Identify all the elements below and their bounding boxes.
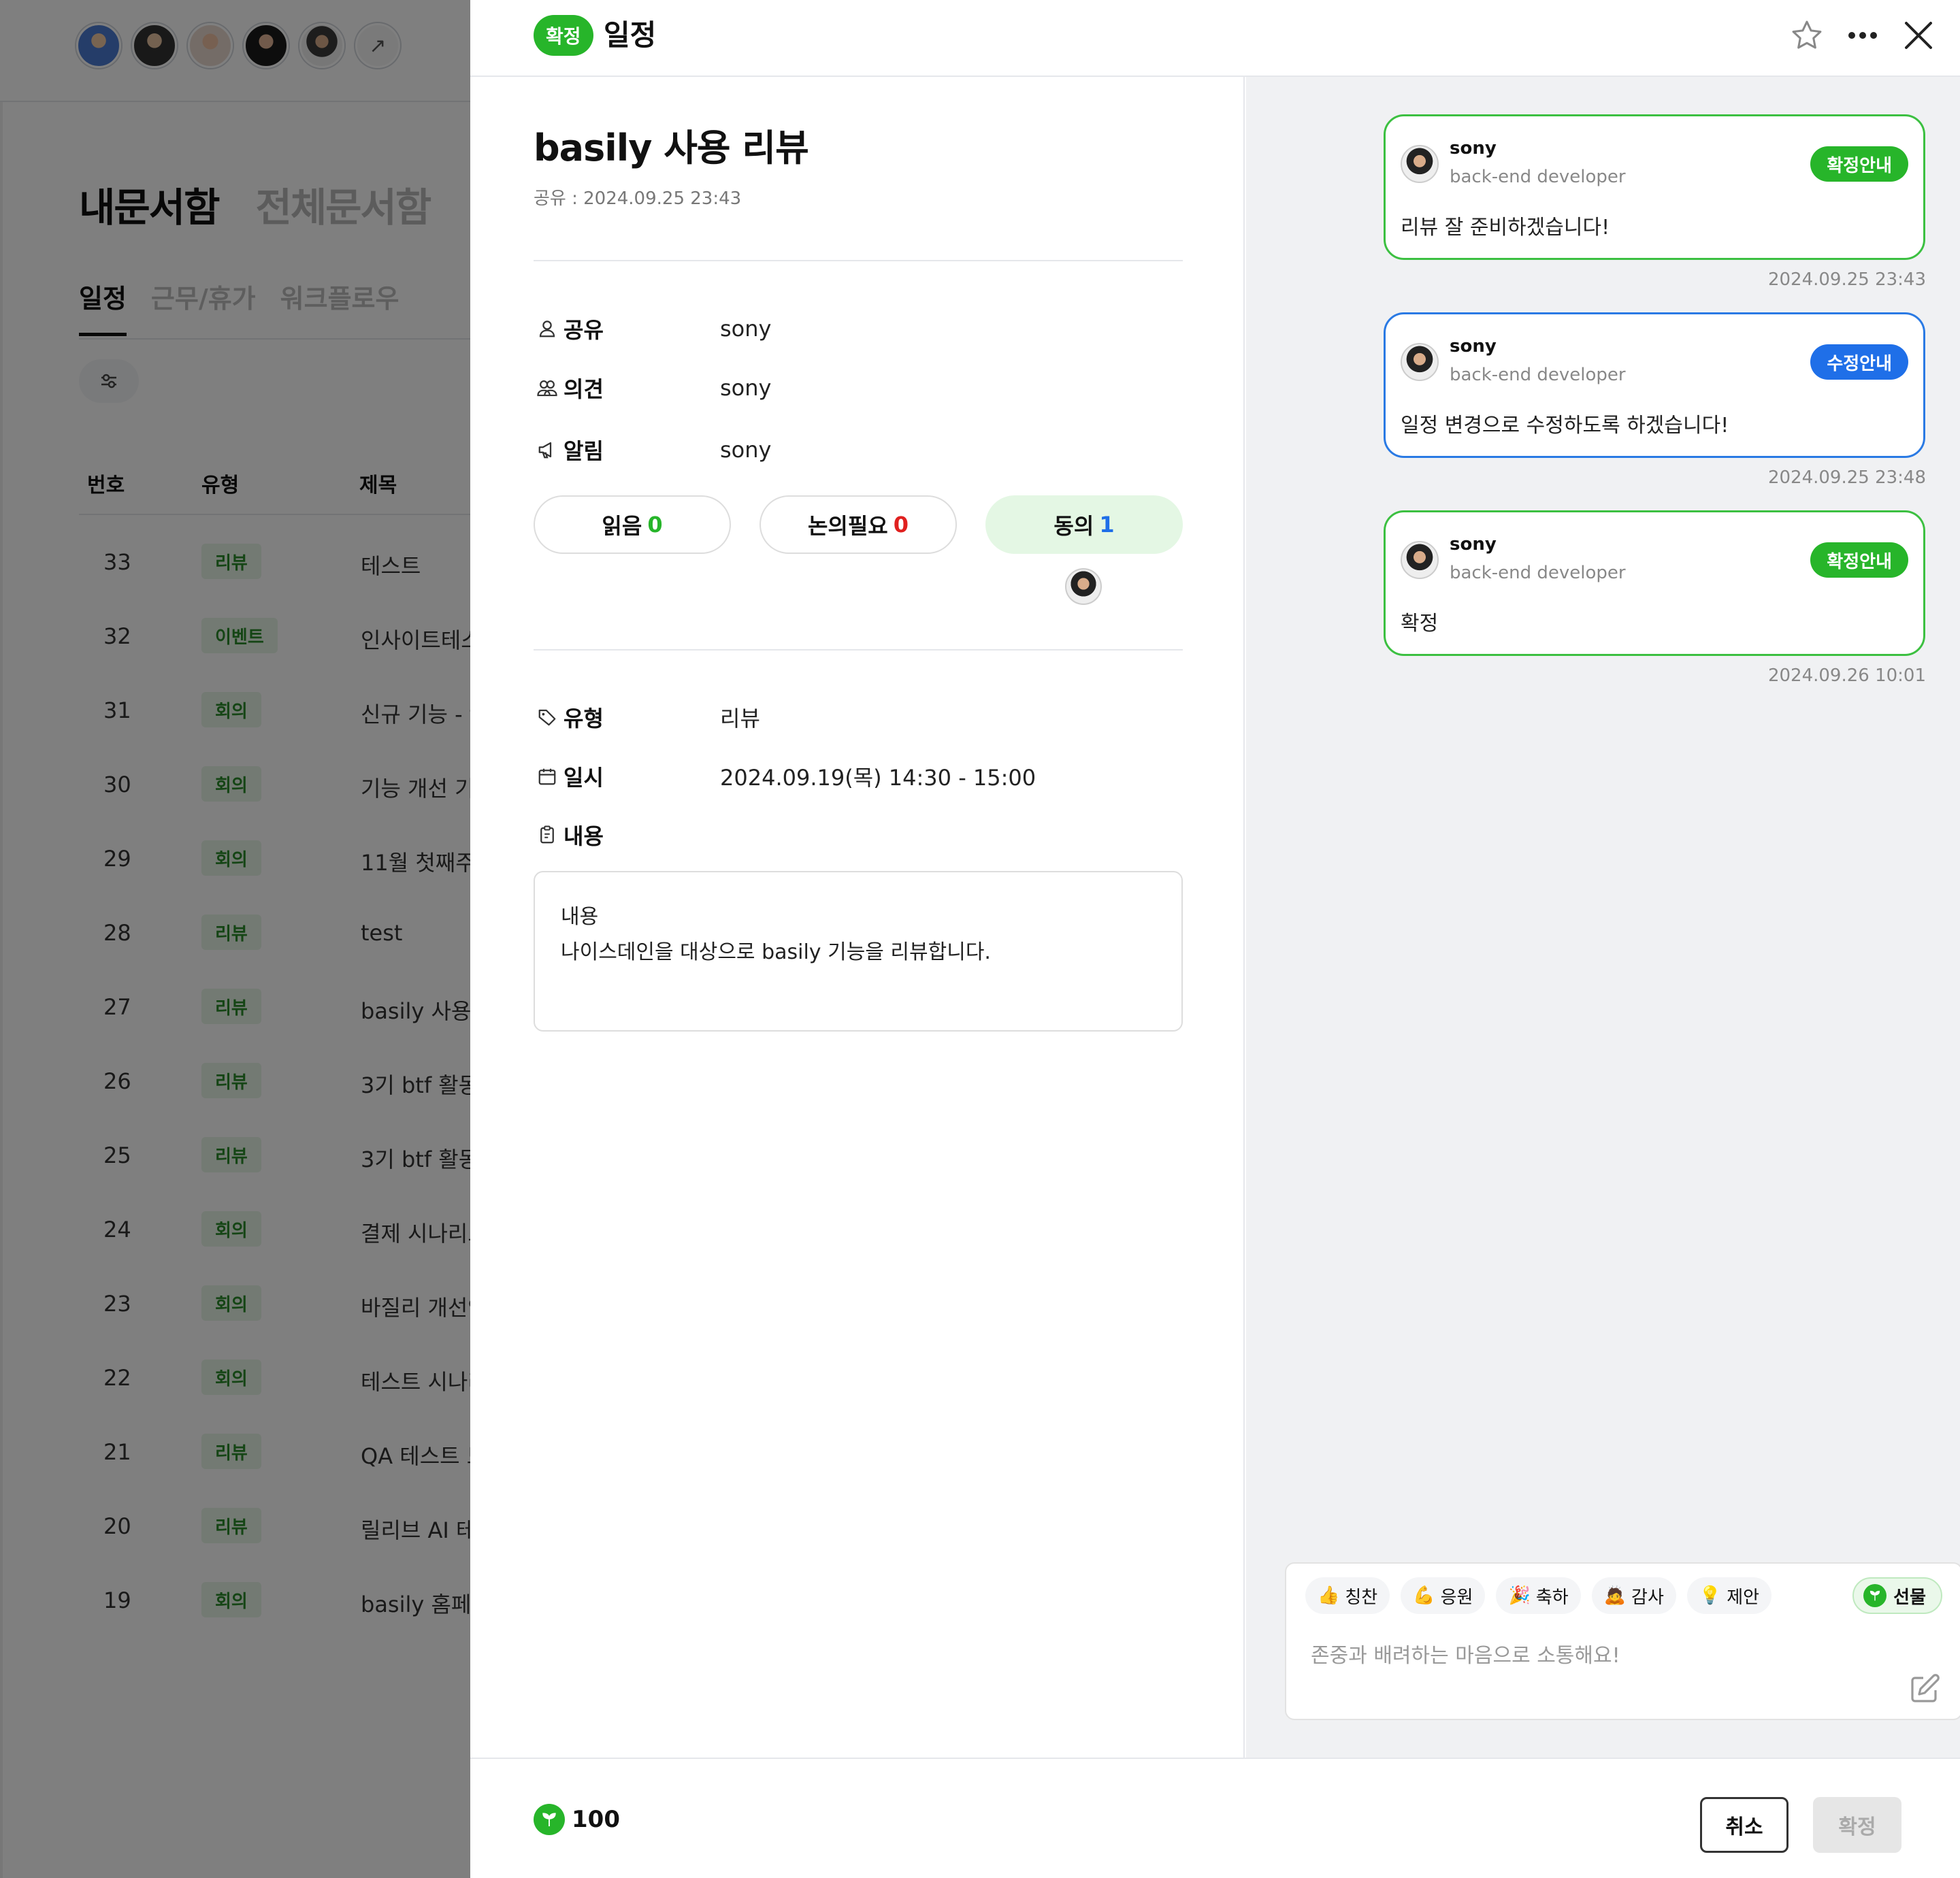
- notify-label: 알림: [564, 438, 604, 464]
- reaction-thanks-button[interactable]: 🙇 감사: [1591, 1577, 1676, 1614]
- document-title: basily 사용 리뷰: [534, 127, 809, 169]
- type-row: 유형 리뷰: [534, 700, 1183, 734]
- date-row: 일시 2024.09.19(목) 14:30 - 15:00: [534, 759, 1183, 793]
- comment-card: sony back-end developer 확정안내 리뷰 잘 준비하겠습니…: [1384, 114, 1925, 260]
- comment-author: sony: [1450, 534, 1497, 555]
- content-row: 내용: [534, 818, 1183, 852]
- calendar-icon: [534, 763, 561, 790]
- comment-tag: 수정안내: [1810, 344, 1908, 380]
- content-box: 내용 나이스데인을 대상으로 basily 기능을 리뷰합니다.: [534, 871, 1183, 1032]
- reaction-label: 칭찬: [1345, 1587, 1378, 1608]
- comment-timestamp: 2024.09.25 23:43: [1767, 269, 1926, 290]
- shared-timestamp: 공유 : 2024.09.25 23:43: [534, 188, 742, 209]
- detail-panel: basily 사용 리뷰 공유 : 2024.09.25 23:43 공유 so…: [470, 77, 1245, 1758]
- party-popper-icon: 🎉: [1508, 1585, 1531, 1606]
- comment-tag: 확정안내: [1810, 146, 1908, 182]
- reaction-label: 감사: [1631, 1587, 1664, 1608]
- more-options-icon[interactable]: [1842, 15, 1883, 56]
- avatar[interactable]: [1401, 145, 1439, 183]
- person-icon: [534, 315, 561, 342]
- reaction-suggest-button[interactable]: 💡 제안: [1686, 1577, 1772, 1614]
- divider: [534, 260, 1183, 261]
- points-value: 100: [572, 1806, 620, 1833]
- comment-author-role: back-end developer: [1450, 563, 1626, 583]
- comment-timestamp: 2024.09.26 10:01: [1767, 665, 1926, 686]
- light-bulb-icon: 💡: [1699, 1585, 1722, 1606]
- drawer-header: 확정 일정: [470, 0, 1960, 77]
- read-count-button[interactable]: 읽음 0: [534, 495, 731, 554]
- gift-label: 선물: [1893, 1587, 1926, 1608]
- opinion-label: 의견: [564, 376, 604, 402]
- content-text: 나이스데인을 대상으로 basily 기능을 리뷰합니다.: [561, 940, 991, 964]
- comment-author: sony: [1450, 336, 1497, 357]
- reaction-label: 축하: [1535, 1587, 1569, 1608]
- notify-row: 알림 sony: [534, 433, 1183, 467]
- clipboard-icon: [534, 821, 561, 849]
- comment-card: sony back-end developer 수정안내 일정 변경으로 수정하…: [1384, 312, 1925, 458]
- schedule-detail-drawer: 확정 일정 basily 사용 리뷰 공유 : 2024.09.25 23:43…: [470, 0, 1960, 1878]
- agree-count-button[interactable]: 동의 1: [985, 495, 1183, 554]
- comment-author-role: back-end developer: [1450, 365, 1626, 385]
- bowing-person-icon: 🙇: [1603, 1585, 1627, 1606]
- share-label: 공유: [564, 317, 604, 343]
- reaction-label: 응원: [1440, 1587, 1473, 1608]
- status-badge: 확정: [534, 15, 593, 56]
- drawer-title: 일정: [604, 18, 657, 52]
- comment-timestamp: 2024.09.25 23:48: [1767, 467, 1926, 488]
- flexed-arm-icon: 💪: [1413, 1585, 1435, 1606]
- comment-composer: 👍 칭찬 💪 응원 🎉 축하 🙇 감사 💡 제안 선물 존중과 배려하는 마음으로 소통해…: [1285, 1562, 1960, 1720]
- avatar[interactable]: [1065, 568, 1102, 605]
- star-icon[interactable]: [1786, 15, 1827, 56]
- date-label: 일시: [564, 765, 604, 791]
- comment-author-role: back-end developer: [1450, 167, 1626, 187]
- comment-panel: sony back-end developer 확정안내 리뷰 잘 준비하겠습니…: [1246, 77, 1960, 1758]
- avatar[interactable]: [1401, 541, 1439, 579]
- reaction-praise-button[interactable]: 👍 칭찬: [1305, 1577, 1390, 1614]
- divider: [534, 649, 1183, 650]
- notify-value: sony: [720, 437, 772, 463]
- content-label: 내용: [564, 823, 604, 849]
- points-display: 100: [534, 1804, 620, 1835]
- edit-icon[interactable]: [1908, 1673, 1941, 1705]
- avatar[interactable]: [1401, 343, 1439, 381]
- date-value: 2024.09.19(목) 14:30 - 15:00: [720, 765, 1036, 791]
- close-icon[interactable]: [1898, 15, 1939, 56]
- sprout-icon: [1863, 1584, 1887, 1607]
- read-label: 읽음: [602, 513, 642, 539]
- people-icon: [534, 374, 561, 401]
- comment-message: 일정 변경으로 수정하도록 하겠습니다!: [1401, 414, 1729, 438]
- modal-overlay[interactable]: [0, 0, 470, 1878]
- discuss-count-button[interactable]: 논의필요 0: [760, 495, 957, 554]
- type-value: 리뷰: [720, 706, 760, 731]
- discuss-label: 논의필요: [807, 513, 888, 539]
- cancel-button[interactable]: 취소: [1700, 1797, 1788, 1853]
- comment-tag: 확정안내: [1810, 542, 1908, 578]
- reaction-bar: 👍 칭찬 💪 응원 🎉 축하 🙇 감사 💡 제안: [1305, 1577, 1772, 1614]
- comment-message: 확정: [1401, 612, 1439, 636]
- confirm-button[interactable]: 확정: [1813, 1797, 1901, 1853]
- comment-author: sony: [1450, 138, 1497, 159]
- content-heading: 내용: [561, 905, 599, 929]
- reaction-cheer-button[interactable]: 💪 응원: [1401, 1577, 1486, 1614]
- share-value: sony: [720, 316, 772, 342]
- drawer-footer: 100 취소 확정: [470, 1758, 1960, 1878]
- comment-input[interactable]: 존중과 배려하는 마음으로 소통해요!: [1311, 1638, 1620, 1668]
- opinion-row: 의견 sony: [534, 371, 1183, 405]
- thumbs-up-icon: 👍: [1318, 1585, 1340, 1606]
- read-count: 0: [647, 512, 663, 538]
- reaction-label: 제안: [1727, 1587, 1760, 1608]
- share-row: 공유 sony: [534, 312, 1183, 346]
- megaphone-icon: [534, 436, 561, 463]
- tag-icon: [534, 704, 561, 731]
- agree-count: 1: [1099, 512, 1115, 538]
- discuss-count: 0: [893, 512, 909, 538]
- gift-button[interactable]: 선물: [1852, 1577, 1942, 1614]
- sprout-icon: [534, 1804, 565, 1835]
- comment-message: 리뷰 잘 준비하겠습니다!: [1401, 216, 1610, 240]
- reaction-celebrate-button[interactable]: 🎉 축하: [1496, 1577, 1581, 1614]
- agree-label: 동의: [1054, 513, 1094, 539]
- opinion-value: sony: [720, 375, 772, 401]
- type-label: 유형: [564, 706, 604, 731]
- comment-card: sony back-end developer 확정안내 확정: [1384, 510, 1925, 656]
